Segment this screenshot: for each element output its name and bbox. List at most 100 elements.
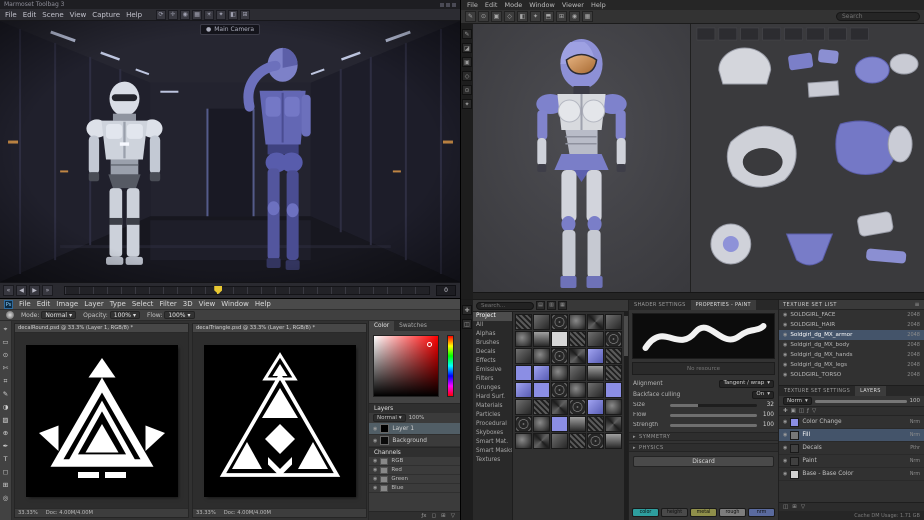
document-title[interactable]: decalTriangle.psd @ 33.3% (Layer 1, RGB/…: [193, 324, 366, 333]
shelf-category[interactable]: Textures: [473, 456, 512, 465]
channel-chip[interactable]: rough: [719, 508, 746, 517]
shelf-thumbnail[interactable]: [551, 331, 568, 347]
paint-tool-icon[interactable]: ◪: [462, 43, 472, 53]
hue-slider[interactable]: [447, 335, 454, 397]
document-title[interactable]: decalRound.psd @ 33.3% (Layer 1, RGB/8) …: [15, 324, 188, 333]
toolbar-icon[interactable]: ✛: [168, 10, 178, 20]
painter-3d-view[interactable]: [473, 24, 690, 292]
window-controls[interactable]: [440, 3, 456, 7]
brush-preset-icon[interactable]: [6, 311, 14, 319]
shelf-thumbnail[interactable]: [551, 348, 568, 364]
texture-set-row[interactable]: ◉ Soldgirl_dg_MX_legs 2048: [779, 360, 924, 370]
properties-tab[interactable]: SHADER SETTINGS: [629, 300, 691, 310]
layer-action-icon[interactable]: ◫: [799, 408, 804, 414]
shelf-thumbnail[interactable]: [515, 416, 532, 432]
blend-mode-select[interactable]: Normal▾: [373, 414, 406, 422]
toolbar-icon[interactable]: ☀: [204, 10, 214, 20]
menu-item[interactable]: Capture: [92, 11, 120, 19]
shelf-thumbnail[interactable]: [587, 365, 604, 381]
menu-item[interactable]: 3D: [183, 300, 193, 308]
paint-tool-icon[interactable]: ✎: [462, 29, 472, 39]
add-folder-icon[interactable]: ◫: [783, 504, 788, 510]
add-layer-icon[interactable]: ⊞: [792, 504, 797, 510]
visibility-icon[interactable]: ◉: [783, 352, 787, 358]
shelf-category[interactable]: Smart Mat.: [473, 438, 512, 447]
shelf-thumbnail[interactable]: [569, 314, 586, 330]
menu-item[interactable]: File: [5, 11, 17, 19]
shelf-category[interactable]: Procedural: [473, 420, 512, 429]
opacity-slider[interactable]: [815, 400, 907, 403]
shelf-thumbnail[interactable]: [569, 331, 586, 347]
shelf-thumbnail[interactable]: [569, 433, 586, 449]
texture-set-row[interactable]: ◉ Soldgirl_dg_MX_body 2048: [779, 340, 924, 350]
menu-item[interactable]: Edit: [23, 11, 37, 19]
shelf-thumbnail[interactable]: [569, 416, 586, 432]
texture-set-row[interactable]: ◉ SOLDGIRL_HAIR 2048: [779, 320, 924, 330]
menu-item[interactable]: File: [19, 300, 31, 308]
menu-item[interactable]: Help: [591, 1, 606, 9]
shelf-thumbnail[interactable]: [515, 433, 532, 449]
menu-item[interactable]: Select: [132, 300, 154, 308]
shelf-thumbnail[interactable]: [569, 382, 586, 398]
tool-icon[interactable]: T: [0, 453, 11, 465]
menu-item[interactable]: Layer: [84, 300, 104, 308]
property-slider[interactable]: Strength 100: [629, 420, 778, 430]
channel-row[interactable]: ◉ Blue: [369, 484, 460, 493]
texture-set-row[interactable]: ◉ Soldgirl_dg_MX_armor 2048: [779, 330, 924, 340]
layers-panel-tab[interactable]: Layers: [369, 403, 460, 413]
section-header[interactable]: ▸ SYMMETRY: [629, 432, 778, 441]
toolbar-icon[interactable]: ▣: [491, 11, 502, 22]
layers-panel-tab[interactable]: TEXTURE SET SETTINGS: [779, 386, 855, 396]
toolbar-icon[interactable]: ▦: [192, 10, 202, 20]
shelf-view-icon[interactable]: ▦: [558, 301, 567, 310]
shelf-category[interactable]: Filters: [473, 375, 512, 384]
layer-action-icon[interactable]: ▣: [791, 408, 796, 414]
property-slider[interactable]: Flow 100: [629, 410, 778, 420]
zoom-level[interactable]: 33.33%: [18, 510, 38, 516]
mode-select[interactable]: Normal▾: [41, 311, 76, 319]
shelf-thumbnail[interactable]: [515, 314, 532, 330]
tool-icon[interactable]: ▭: [0, 336, 11, 348]
visibility-icon[interactable]: ◉: [783, 322, 787, 328]
transport-button[interactable]: «: [3, 285, 14, 296]
visibility-icon[interactable]: ◉: [373, 467, 377, 473]
shelf-category[interactable]: Smart Masks: [473, 447, 512, 456]
menu-item[interactable]: View: [199, 300, 216, 308]
toolbar-icon[interactable]: ▦: [582, 11, 593, 22]
shelf-thumbnail[interactable]: [515, 399, 532, 415]
playhead[interactable]: [214, 286, 222, 294]
channel-row[interactable]: ◉ Green: [369, 475, 460, 484]
shelf-category[interactable]: Particles: [473, 411, 512, 420]
shelf-thumbnail[interactable]: [605, 331, 622, 347]
paint-tool-icon[interactable]: ⊙: [462, 85, 472, 95]
menu-item[interactable]: Help: [255, 300, 271, 308]
shelf-thumbnail[interactable]: [587, 314, 604, 330]
menu-item[interactable]: Edit: [37, 300, 51, 308]
shelf-thumbnail[interactable]: [569, 399, 586, 415]
toolbar-icon[interactable]: ◉: [569, 11, 580, 22]
shelf-thumbnail[interactable]: [533, 416, 550, 432]
slider-track[interactable]: [670, 414, 757, 417]
toolbar-icon[interactable]: ◇: [504, 11, 515, 22]
layer-row[interactable]: ◉ Fill Nrm: [779, 429, 924, 442]
shelf-thumbnail[interactable]: [533, 399, 550, 415]
channel-row[interactable]: ◉ Red: [369, 466, 460, 475]
shelf-thumbnail[interactable]: [551, 382, 568, 398]
shelf-thumbnail[interactable]: [605, 399, 622, 415]
toolbar-icon[interactable]: ✦: [216, 10, 226, 20]
shelf-thumbnail[interactable]: [605, 348, 622, 364]
channel-chip[interactable]: metal: [690, 508, 717, 517]
opacity-select[interactable]: 100%▾: [110, 311, 140, 319]
shelf-thumbnail[interactable]: [605, 433, 622, 449]
tool-icon[interactable]: ⊙: [0, 349, 11, 361]
panel-tab[interactable]: Color: [369, 321, 394, 331]
visibility-icon[interactable]: ◉: [783, 432, 787, 438]
slider-track[interactable]: [670, 424, 757, 427]
visibility-icon[interactable]: ◉: [373, 476, 377, 482]
shelf-category[interactable]: Decals: [473, 348, 512, 357]
shelf-category[interactable]: Hard Surf.: [473, 393, 512, 402]
new-layer-icon[interactable]: ⊞: [441, 513, 446, 519]
visibility-icon[interactable]: ◉: [373, 426, 377, 432]
visibility-icon[interactable]: ◉: [373, 458, 377, 464]
toolbar-icon[interactable]: ⊙: [478, 11, 489, 22]
